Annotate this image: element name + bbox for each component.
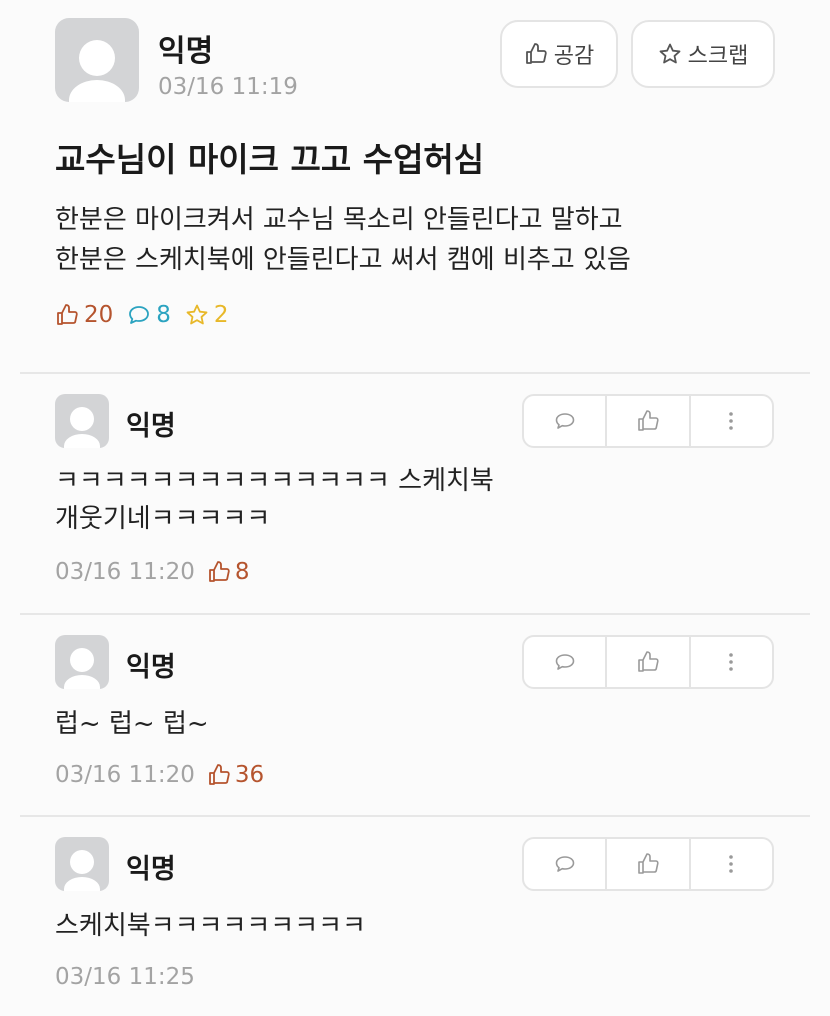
more-button[interactable] (691, 637, 772, 687)
comment-like-count: 8 (207, 559, 250, 585)
post-time: 03/16 11:19 (158, 74, 298, 100)
thumbs-up-icon (57, 304, 78, 325)
speech-bubble-icon (555, 856, 574, 872)
post-body: 한분은 마이크켜서 교수님 목소리 안들린다고 말하고 한분은 스케치북에 안들… (55, 200, 631, 280)
scrap-count: 2 (185, 302, 229, 328)
comment-text: 스케치북ㅋㅋㅋㅋㅋㅋㅋㅋㅋ (55, 907, 366, 945)
more-vertical-icon (729, 653, 734, 671)
more-button[interactable] (691, 839, 772, 889)
more-vertical-icon (729, 412, 734, 430)
thumbs-up-icon (525, 43, 547, 64)
comment-meta: 03/16 11:20 8 (55, 559, 250, 585)
comment-like-button[interactable] (607, 839, 691, 889)
post-author: 익명 (158, 34, 214, 69)
comment-time: 03/16 11:25 (55, 964, 195, 990)
comment-avatar (55, 394, 109, 448)
comment-like-count: 36 (207, 762, 264, 788)
thumbs-up-icon (638, 410, 659, 431)
comment-meta: 03/16 11:25 (55, 964, 195, 990)
comment-actions (522, 837, 774, 891)
thumbs-up-icon (208, 764, 230, 785)
thumbs-up-icon (638, 853, 659, 874)
star-icon (659, 43, 681, 64)
comment-avatar (55, 635, 109, 689)
reply-button[interactable] (524, 637, 608, 687)
post-body-line: 한분은 마이크켜서 교수님 목소리 안들린다고 말하고 (55, 205, 623, 235)
comment-line: 럽~ 럽~ 럽~ (55, 709, 209, 739)
reply-button[interactable] (524, 839, 608, 889)
like-button[interactable]: 공감 (500, 20, 618, 88)
star-icon (186, 304, 208, 325)
comment-author: 익명 (126, 411, 176, 442)
speech-bubble-icon (555, 654, 574, 670)
thumbs-up-icon (638, 651, 659, 672)
comment-text: 럽~ 럽~ 럽~ (55, 705, 209, 743)
post-stats: 20 8 2 (55, 302, 243, 328)
comment-author: 익명 (126, 652, 176, 683)
comment-like-button[interactable] (607, 396, 691, 446)
post-body-line: 한분은 스케치북에 안들린다고 써서 캠에 비추고 있음 (55, 245, 631, 275)
author-avatar (55, 18, 139, 102)
comment: 익명 ㅋㅋㅋㅋㅋㅋㅋㅋㅋㅋㅋㅋㅋㅋ 스케치북 개웃기네ㅋㅋㅋㅋㅋ 03/16 1… (0, 374, 830, 612)
comment: 익명 럽~ 럽~ 럽~ 03/16 11:20 36 (0, 615, 830, 815)
like-button-label: 공감 (553, 44, 595, 69)
scrap-button-label: 스크랩 (687, 44, 749, 69)
more-button[interactable] (691, 396, 772, 446)
comment-line: 개웃기네ㅋㅋㅋㅋㅋ (55, 504, 271, 534)
comment-line: ㅋㅋㅋㅋㅋㅋㅋㅋㅋㅋㅋㅋㅋㅋ 스케치북 (55, 466, 494, 496)
comment-text: ㅋㅋㅋㅋㅋㅋㅋㅋㅋㅋㅋㅋㅋㅋ 스케치북 개웃기네ㅋㅋㅋㅋㅋ (55, 462, 494, 538)
comment-meta: 03/16 11:20 36 (55, 762, 264, 788)
comment-time: 03/16 11:20 (55, 762, 195, 788)
like-count: 20 (55, 302, 113, 328)
comment-count: 8 (127, 302, 171, 328)
thumbs-up-icon (208, 561, 230, 582)
comment-author: 익명 (126, 854, 176, 885)
comment-actions (522, 635, 774, 689)
post: 익명 03/16 11:19 공감 스크랩 교수님이 마이크 끄고 수업허심 한… (0, 0, 830, 372)
scrap-button[interactable]: 스크랩 (631, 20, 775, 88)
speech-bubble-icon (555, 413, 574, 429)
reply-button[interactable] (524, 396, 608, 446)
speech-bubble-icon (129, 306, 150, 324)
post-title: 교수님이 마이크 끄고 수업허심 (55, 140, 485, 179)
more-vertical-icon (729, 855, 734, 873)
comment-time: 03/16 11:20 (55, 559, 195, 585)
comment-line: 스케치북ㅋㅋㅋㅋㅋㅋㅋㅋㅋ (55, 911, 366, 941)
comment: 익명 스케치북ㅋㅋㅋㅋㅋㅋㅋㅋㅋ 03/16 11:25 (0, 817, 830, 1016)
comment-actions (522, 394, 774, 448)
comment-like-button[interactable] (607, 637, 691, 687)
comment-avatar (55, 837, 109, 891)
